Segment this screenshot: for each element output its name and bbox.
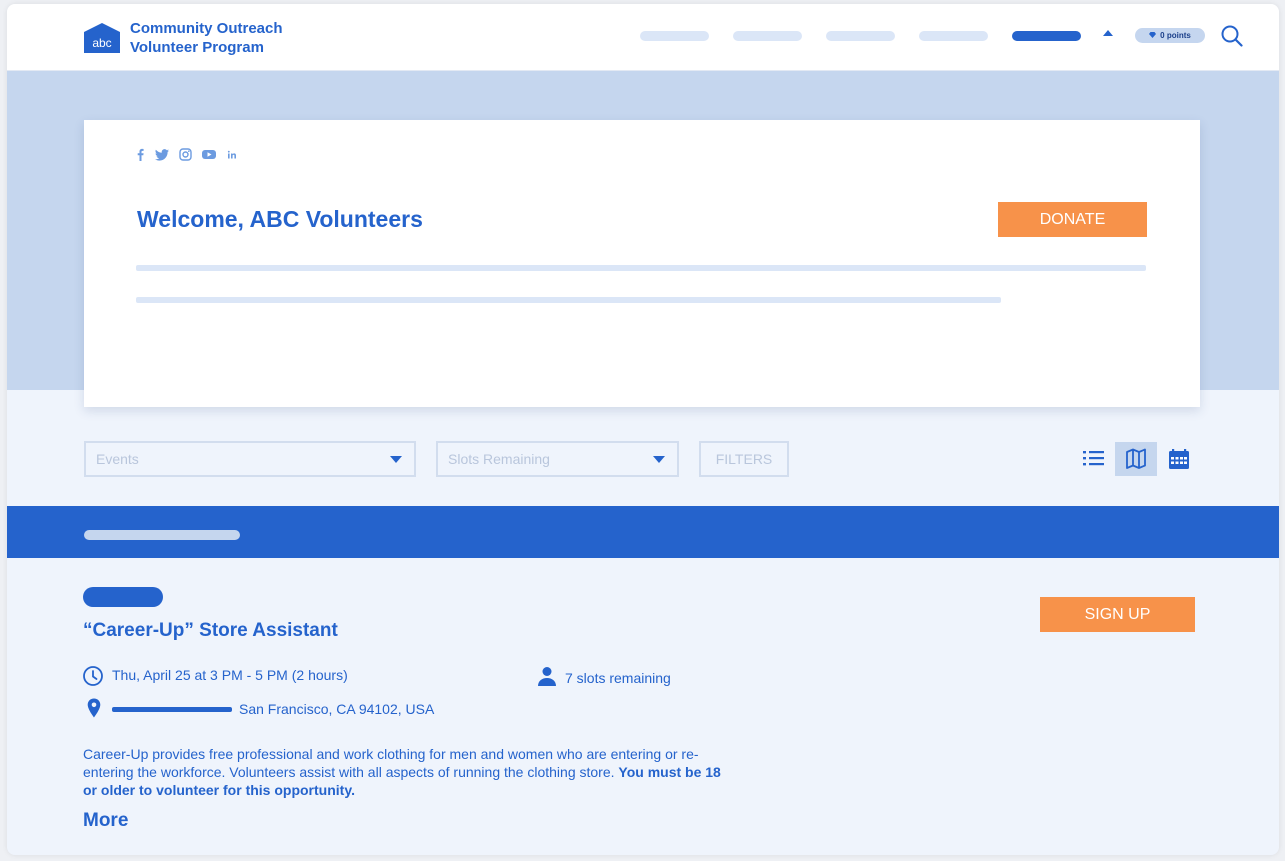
gem-icon: [1149, 32, 1156, 38]
facebook-icon[interactable]: [136, 148, 145, 161]
youtube-icon[interactable]: [202, 149, 216, 160]
points-badge[interactable]: 0 points: [1135, 28, 1205, 43]
event-datetime: Thu, April 25 at 3 PM - 5 PM (2 hours): [112, 667, 348, 683]
house-logo-icon[interactable]: abc: [84, 23, 120, 53]
description-text: Career-Up provides free professional and…: [83, 746, 699, 780]
event-location[interactable]: San Francisco, CA 94102, USA: [239, 701, 434, 717]
slots-remaining: 7 slots remaining: [565, 670, 671, 686]
events-select-label: Events: [96, 451, 139, 467]
nav-item-user-menu[interactable]: [1012, 31, 1081, 41]
event-description: Career-Up provides free professional and…: [83, 745, 723, 799]
placeholder-text-line: [136, 297, 1001, 303]
program-title[interactable]: Community Outreach Volunteer Program: [130, 19, 283, 57]
welcome-heading: Welcome, ABC Volunteers: [137, 206, 423, 233]
logo-text: abc: [92, 36, 111, 50]
more-link[interactable]: More: [83, 810, 128, 832]
program-title-line2: Volunteer Program: [130, 38, 283, 57]
program-title-line1: Community Outreach: [130, 19, 283, 38]
location-name-placeholder: [112, 707, 232, 712]
nav-item-3[interactable]: [826, 31, 895, 41]
instagram-icon[interactable]: [179, 148, 192, 161]
events-select[interactable]: Events: [84, 441, 416, 477]
placeholder-text-line: [136, 265, 1146, 271]
chevron-down-icon: [653, 456, 665, 463]
clock-icon: [82, 665, 104, 687]
event-title[interactable]: “Career-Up” Store Assistant: [83, 620, 338, 642]
nav-item-1[interactable]: [640, 31, 709, 41]
social-links: [136, 148, 238, 161]
caret-up-icon[interactable]: [1103, 30, 1113, 36]
donate-button[interactable]: DONATE: [998, 202, 1147, 237]
event-category-tag: [83, 587, 163, 607]
filters-button[interactable]: FILTERS: [699, 441, 789, 477]
welcome-card: Welcome, ABC Volunteers DONATE: [84, 120, 1200, 407]
points-label: 0 points: [1160, 31, 1191, 40]
search-icon[interactable]: [1221, 25, 1243, 47]
sign-up-button[interactable]: SIGN UP: [1040, 597, 1195, 632]
linkedin-icon[interactable]: [226, 149, 238, 161]
list-view-icon[interactable]: [1072, 442, 1114, 476]
location-pin-icon: [83, 697, 105, 719]
map-view-icon[interactable]: [1115, 442, 1157, 476]
chevron-down-icon: [390, 456, 402, 463]
app-window: abc Community Outreach Volunteer Program…: [7, 4, 1279, 855]
twitter-icon[interactable]: [155, 149, 169, 161]
section-heading-placeholder: [84, 530, 240, 540]
section-band: [7, 506, 1279, 558]
nav-item-4[interactable]: [919, 31, 988, 41]
top-header: abc Community Outreach Volunteer Program…: [7, 4, 1279, 71]
nav-item-2[interactable]: [733, 31, 802, 41]
person-icon: [536, 665, 558, 687]
calendar-view-icon[interactable]: [1158, 442, 1200, 476]
slots-select-label: Slots Remaining: [448, 451, 550, 467]
slots-remaining-select[interactable]: Slots Remaining: [436, 441, 679, 477]
